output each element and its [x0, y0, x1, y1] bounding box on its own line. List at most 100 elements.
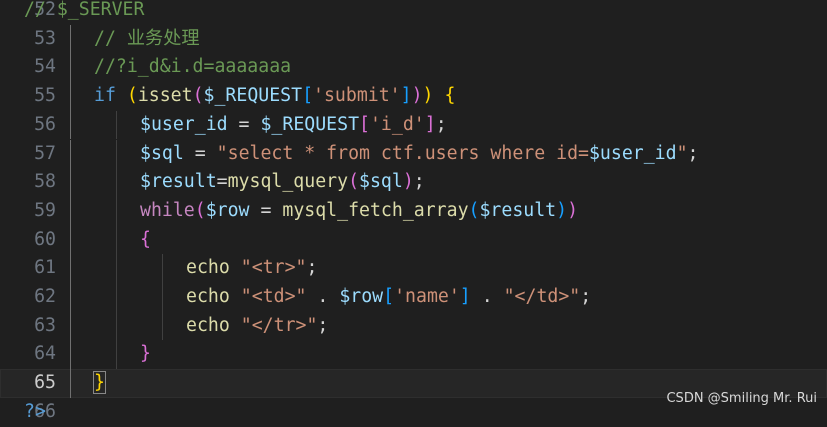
code-line[interactable]: 54 //?i_d&i.d=aaaaaaa — [0, 53, 827, 83]
code-text: while($row = mysql_fetch_array($result)) — [140, 197, 578, 226]
code-token: " — [676, 142, 688, 164]
code-token: $result — [140, 171, 217, 193]
line-number: 58 — [34, 171, 56, 193]
code-token: $user_id — [588, 142, 677, 164]
code-text: // $_SERVER — [24, 0, 144, 25]
indent-guide — [70, 168, 71, 197]
code-token: ; — [306, 257, 318, 279]
code-token: "<td>" — [240, 286, 307, 307]
code-line[interactable]: 63 echo "</tr>"; — [0, 311, 827, 341]
code-token: "<tr>" — [240, 257, 307, 279]
indent-guide — [70, 110, 71, 140]
code-token: ) — [422, 85, 434, 107]
code-editor[interactable]: 52// $_SERVER 53 // 业务处理 54 //?i_d&i.d=aaaaa… — [0, 0, 827, 422]
code-token: 'submit' — [313, 85, 401, 107]
code-line[interactable]: 52// $_SERVER — [0, 0, 827, 25]
code-line[interactable]: 53 // 业务处理 — [0, 24, 827, 54]
indent-guide — [70, 369, 71, 398]
indent-guide — [70, 283, 71, 312]
code-token: echo — [186, 257, 230, 279]
code-token: $user_id — [140, 113, 228, 135]
indent-guide — [70, 82, 71, 111]
indent-guide — [70, 53, 71, 83]
line-number: 57 — [34, 142, 56, 164]
code-text: ?> — [24, 398, 46, 427]
line-number: 56 — [34, 113, 56, 135]
line-number: 62 — [34, 286, 56, 307]
code-line[interactable]: 56 $user_id = $_REQUEST['i_d']; — [0, 110, 827, 140]
code-token: ] — [459, 286, 471, 307]
code-token: "select * from ctf.users where id= — [216, 142, 589, 164]
code-line[interactable]: 60 { — [0, 225, 827, 255]
indent-guide — [116, 311, 117, 341]
indent-guide — [116, 254, 117, 283]
indent-guide — [116, 110, 117, 140]
code-token: ] — [400, 85, 412, 107]
code-token: = — [227, 113, 261, 135]
indent-guide — [116, 139, 117, 169]
code-token: ( — [192, 85, 204, 107]
code-token: ( — [468, 199, 480, 221]
code-token: [ — [359, 113, 370, 135]
code-token: . — [470, 286, 504, 307]
code-token: { — [140, 228, 151, 250]
code-token: echo — [186, 286, 230, 307]
code-token: ) — [567, 199, 579, 221]
indent-guide — [70, 24, 71, 54]
code-token: $_REQUEST — [203, 85, 303, 107]
code-token: ( — [348, 171, 360, 193]
code-token: "</tr>" — [240, 314, 318, 336]
code-token: $row — [205, 199, 250, 221]
code-token: ; — [435, 113, 447, 135]
code-token: ; — [687, 142, 699, 164]
code-token: } — [93, 371, 106, 395]
code-line[interactable]: 61 echo "<tr>"; — [0, 254, 827, 283]
code-token: ; — [413, 171, 425, 193]
code-token: ; — [317, 314, 329, 336]
code-text: // 业务处理 — [94, 25, 200, 54]
code-text: } — [93, 369, 106, 398]
code-token: // $_SERVER — [24, 0, 145, 20]
code-text: $user_id = $_REQUEST['i_d']; — [140, 111, 447, 140]
code-token: } — [140, 343, 151, 365]
indent-guide — [70, 139, 71, 169]
code-line[interactable]: 59 while($row = mysql_fetch_array($result… — [0, 196, 827, 226]
code-text: } — [140, 340, 151, 369]
code-token: ) — [411, 85, 423, 107]
code-token: 'name' — [394, 286, 460, 307]
code-line[interactable]: 58 $result=mysql_query($sql); — [0, 168, 827, 197]
code-token: while — [140, 199, 195, 221]
indent-guide — [116, 283, 117, 312]
indent-guide — [116, 196, 117, 226]
code-token: = — [249, 199, 283, 221]
code-token: [ — [302, 85, 314, 107]
code-token: mysql_fetch_array — [282, 199, 469, 221]
code-token: ( — [126, 85, 138, 107]
code-token: = — [216, 171, 228, 193]
code-line[interactable]: 55 if (isset($_REQUEST['submit'])) { — [0, 82, 827, 111]
code-token: if — [94, 85, 116, 107]
code-token: ?> — [24, 400, 46, 422]
code-token: ) — [402, 171, 414, 193]
code-line[interactable]: 57 $sql = "select * from ctf.users where … — [0, 139, 827, 169]
code-line[interactable]: 62 echo "<td>" . $row['name'] . "</td>"; — [0, 283, 827, 312]
indent-guide — [70, 311, 71, 341]
indent-guide — [116, 225, 117, 255]
indent-guide — [162, 283, 163, 312]
code-token: = — [183, 142, 217, 164]
code-text: echo "</tr>"; — [186, 312, 328, 341]
line-number: 65 — [34, 372, 56, 394]
indent-guide — [162, 311, 163, 341]
indent-guide — [70, 196, 71, 226]
code-line[interactable]: 64} — [0, 340, 827, 370]
line-number: 54 — [34, 56, 56, 78]
watermark: CSDN @Smiling Mr. Rui — [666, 391, 817, 406]
code-text: if (isset($_REQUEST['submit'])) { — [94, 82, 455, 111]
code-text: //?i_d&i.d=aaaaaaa — [94, 53, 291, 82]
code-text: echo "<tr>"; — [186, 254, 317, 283]
code-token: ; — [580, 286, 592, 307]
